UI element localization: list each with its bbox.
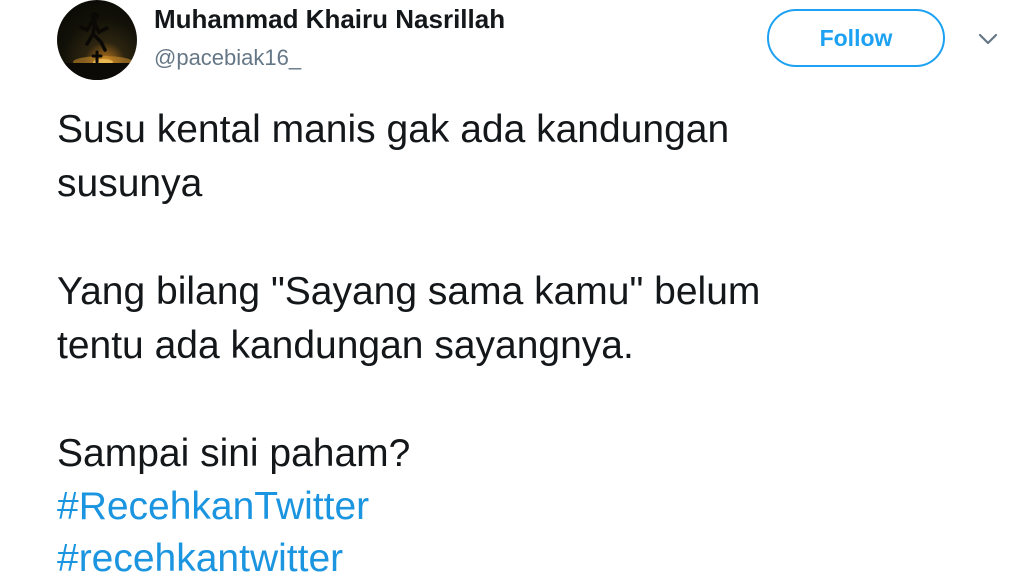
user-name[interactable]: Muhammad Khairu Nasrillah — [154, 4, 505, 35]
tweet-text-line: susunya — [57, 162, 203, 205]
hashtag-link[interactable]: #RecehkanTwitter — [57, 480, 369, 534]
tweet-text-line: Sampai sini paham? — [57, 432, 411, 475]
tweet-card: Muhammad Khairu Nasrillah @pacebiak16_ F… — [0, 0, 1024, 577]
tweet-text-line: Susu kental manis gak ada kandungan — [57, 108, 730, 151]
chevron-down-icon[interactable] — [975, 26, 1001, 52]
tweet-text-line: Yang bilang "Sayang sama kamu" belum — [57, 270, 761, 313]
hashtag-link[interactable]: #recehkantwitter — [57, 532, 343, 577]
follow-button[interactable]: Follow — [767, 9, 945, 67]
avatar-silhouette-image — [57, 12, 137, 80]
tweet-text-line: tentu ada kandungan sayangnya. — [57, 324, 634, 367]
avatar[interactable] — [57, 0, 137, 80]
user-handle[interactable]: @pacebiak16_ — [154, 45, 301, 71]
